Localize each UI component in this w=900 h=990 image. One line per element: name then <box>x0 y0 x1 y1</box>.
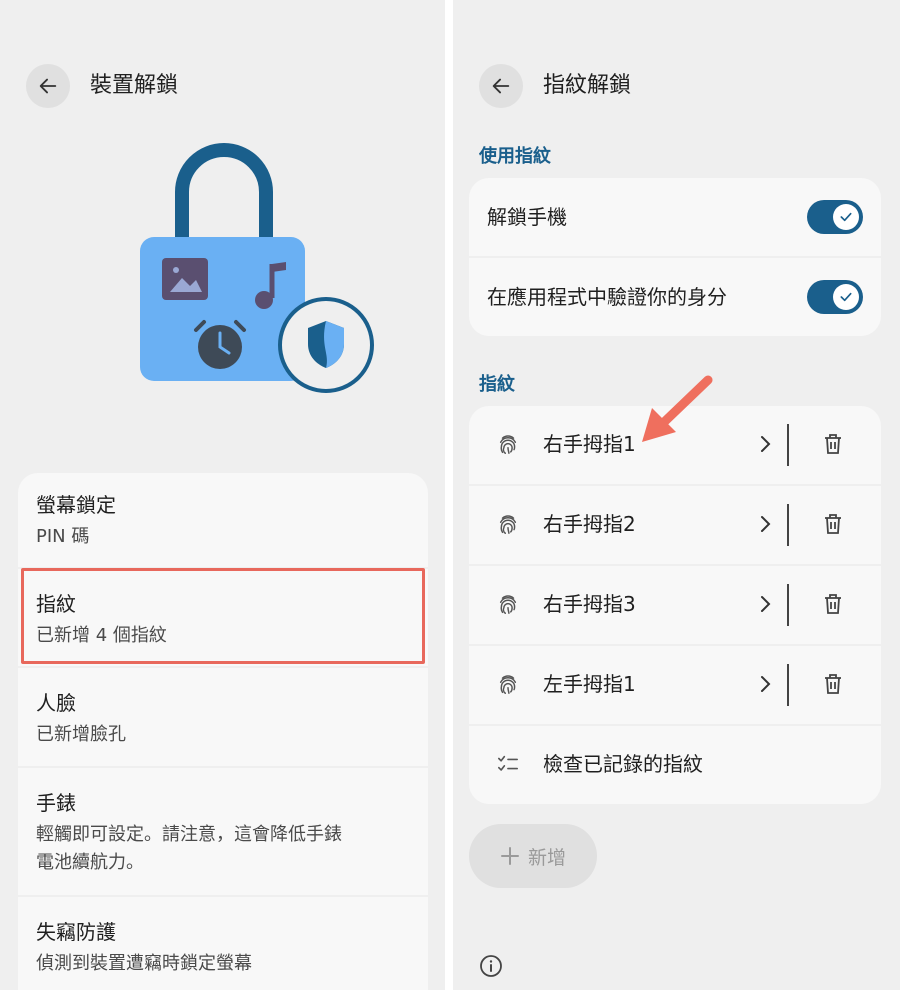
item-subtitle: PIN 碼 <box>36 526 90 547</box>
add-label: 新增 <box>527 846 566 869</box>
check-label: 檢查已記錄的指紋 <box>543 752 703 776</box>
chevron-right-icon[interactable] <box>759 674 773 694</box>
fingerprint-name: 右手拇指2 <box>543 512 636 536</box>
back-arrow-icon <box>492 78 510 94</box>
separator <box>787 504 789 546</box>
divider <box>18 895 428 897</box>
delete-icon[interactable] <box>823 593 843 615</box>
toggle-label: 解鎖手機 <box>487 205 567 229</box>
back-button[interactable] <box>26 64 70 108</box>
check-icon <box>840 292 852 302</box>
info-icon[interactable] <box>479 954 503 978</box>
list-item-screen-lock[interactable]: 螢幕鎖定 PIN 碼 <box>18 491 428 551</box>
annotation-arrow <box>642 375 713 442</box>
page-title: 裝置解鎖 <box>90 73 179 98</box>
image-icon <box>162 258 208 300</box>
lock-illustration <box>140 143 374 393</box>
section-label-use-fingerprint: 使用指紋 <box>479 146 551 167</box>
fingerprint-row[interactable]: 左手拇指1 <box>469 646 881 724</box>
fingerprint-highlight-box <box>21 568 425 664</box>
chevron-right-icon[interactable] <box>759 514 773 534</box>
fingerprint-name: 右手拇指3 <box>543 592 636 616</box>
fingerprint-icon <box>499 515 517 534</box>
fingerprint-name: 右手拇指1 <box>543 432 636 456</box>
delete-icon[interactable] <box>823 673 843 695</box>
divider <box>18 666 428 668</box>
fingerprint-usage-card: 解鎖手機 在應用程式中驗證你的身分 <box>469 178 881 336</box>
shield-icon <box>278 297 374 393</box>
toggle-row-unlock-phone[interactable]: 解鎖手機 <box>469 178 881 256</box>
separator <box>787 584 789 626</box>
item-title: 人臉 <box>36 691 76 715</box>
page-title: 指紋解鎖 <box>543 73 632 98</box>
divider <box>18 766 428 768</box>
plus-icon <box>500 847 519 865</box>
separator <box>787 424 789 466</box>
list-item-theft-protection[interactable]: 失竊防護 偵測到裝置遭竊時鎖定螢幕 <box>18 918 428 978</box>
item-title: 螢幕鎖定 <box>36 493 116 517</box>
fingerprint-list: 右手拇指1 右手拇指2 右手拇指3 左手拇指1 檢查已記錄的指紋 <box>469 406 881 804</box>
add-fingerprint-button[interactable]: 新增 <box>469 824 597 888</box>
delete-icon[interactable] <box>823 513 843 535</box>
item-title: 手錶 <box>36 791 76 815</box>
back-button[interactable] <box>479 64 523 108</box>
unlock-phone-toggle[interactable] <box>807 200 863 234</box>
item-title: 失竊防護 <box>36 920 116 944</box>
fingerprint-row[interactable]: 右手拇指3 <box>469 566 881 644</box>
fingerprint-row[interactable]: 右手拇指2 <box>469 486 881 564</box>
verify-identity-toggle[interactable] <box>807 280 863 314</box>
unlock-options-list: 螢幕鎖定 PIN 碼 指紋 已新增 4 個指紋 人臉 已新增臉孔 手錶 輕觸即可… <box>18 473 428 990</box>
toggle-row-verify-identity[interactable]: 在應用程式中驗證你的身分 <box>469 258 881 336</box>
section-label-fingerprints: 指紋 <box>479 374 515 395</box>
delete-icon[interactable] <box>823 433 843 455</box>
chevron-right-icon[interactable] <box>759 434 773 454</box>
fingerprint-name: 左手拇指1 <box>543 672 636 696</box>
item-subtitle: 輕觸即可設定。請注意，這會降低手錶 <box>36 824 342 845</box>
chevron-right-icon[interactable] <box>759 594 773 614</box>
item-subtitle: 偵測到裝置遭竊時鎖定螢幕 <box>36 953 252 974</box>
list-item-watch[interactable]: 手錶 輕觸即可設定。請注意，這會降低手錶 電池續航力。 <box>18 789 428 877</box>
check-recorded-fingerprints-row[interactable]: 檢查已記錄的指紋 <box>469 726 881 804</box>
back-arrow-icon <box>39 78 57 94</box>
fingerprint-icon <box>499 595 517 614</box>
toggle-label: 在應用程式中驗證你的身分 <box>487 285 727 309</box>
fingerprint-icon <box>499 675 517 694</box>
fingerprint-icon <box>499 435 517 454</box>
separator <box>787 664 789 706</box>
toggle-knob <box>833 284 859 310</box>
item-subtitle: 已新增臉孔 <box>36 724 126 745</box>
toggle-knob <box>833 204 859 230</box>
item-subtitle-line2: 電池續航力。 <box>36 852 144 873</box>
fingerprint-unlock-panel: 指紋解鎖 使用指紋 解鎖手機 在應用程式中驗證你的身分 指紋 右手拇指1 右手拇… <box>453 0 900 990</box>
list-item-face[interactable]: 人臉 已新增臉孔 <box>18 689 428 749</box>
device-unlock-panel: 裝置解鎖 螢幕鎖定 PIN 碼 指紋 已新增 4 個指紋 人臉 已新增臉孔 手錶… <box>0 0 445 990</box>
check-icon <box>840 212 852 222</box>
checklist-icon <box>498 755 518 771</box>
